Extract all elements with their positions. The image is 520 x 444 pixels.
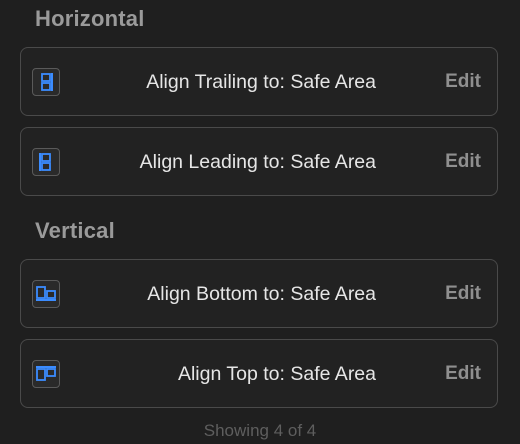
showing-count: Showing 4 of 4 [203, 421, 317, 440]
align-top-icon [32, 360, 60, 388]
constraint-row-align-bottom[interactable]: Align Bottom to: Safe Area Edit [20, 259, 498, 328]
section-title-horizontal: Horizontal [35, 6, 145, 31]
edit-button[interactable]: Edit [445, 128, 481, 197]
constraints-panel: Horizontal Align Trailing to: Safe Area … [0, 0, 520, 444]
constraint-label: Align Leading to: Safe Area [139, 151, 376, 173]
edit-button[interactable]: Edit [445, 48, 481, 117]
section-title-vertical: Vertical [35, 218, 115, 243]
align-bottom-icon [32, 280, 60, 308]
constraint-row-align-trailing[interactable]: Align Trailing to: Safe Area Edit [20, 47, 498, 116]
edit-button[interactable]: Edit [445, 260, 481, 329]
align-trailing-icon [32, 68, 60, 96]
constraint-row-align-top[interactable]: Align Top to: Safe Area Edit [20, 339, 498, 408]
constraint-label: Align Top to: Safe Area [177, 363, 376, 385]
constraint-label: Align Trailing to: Safe Area [146, 71, 376, 93]
edit-button[interactable]: Edit [445, 340, 481, 409]
constraint-row-align-leading[interactable]: Align Leading to: Safe Area Edit [20, 127, 498, 196]
constraint-label: Align Bottom to: Safe Area [147, 283, 376, 305]
align-leading-icon [32, 148, 60, 176]
